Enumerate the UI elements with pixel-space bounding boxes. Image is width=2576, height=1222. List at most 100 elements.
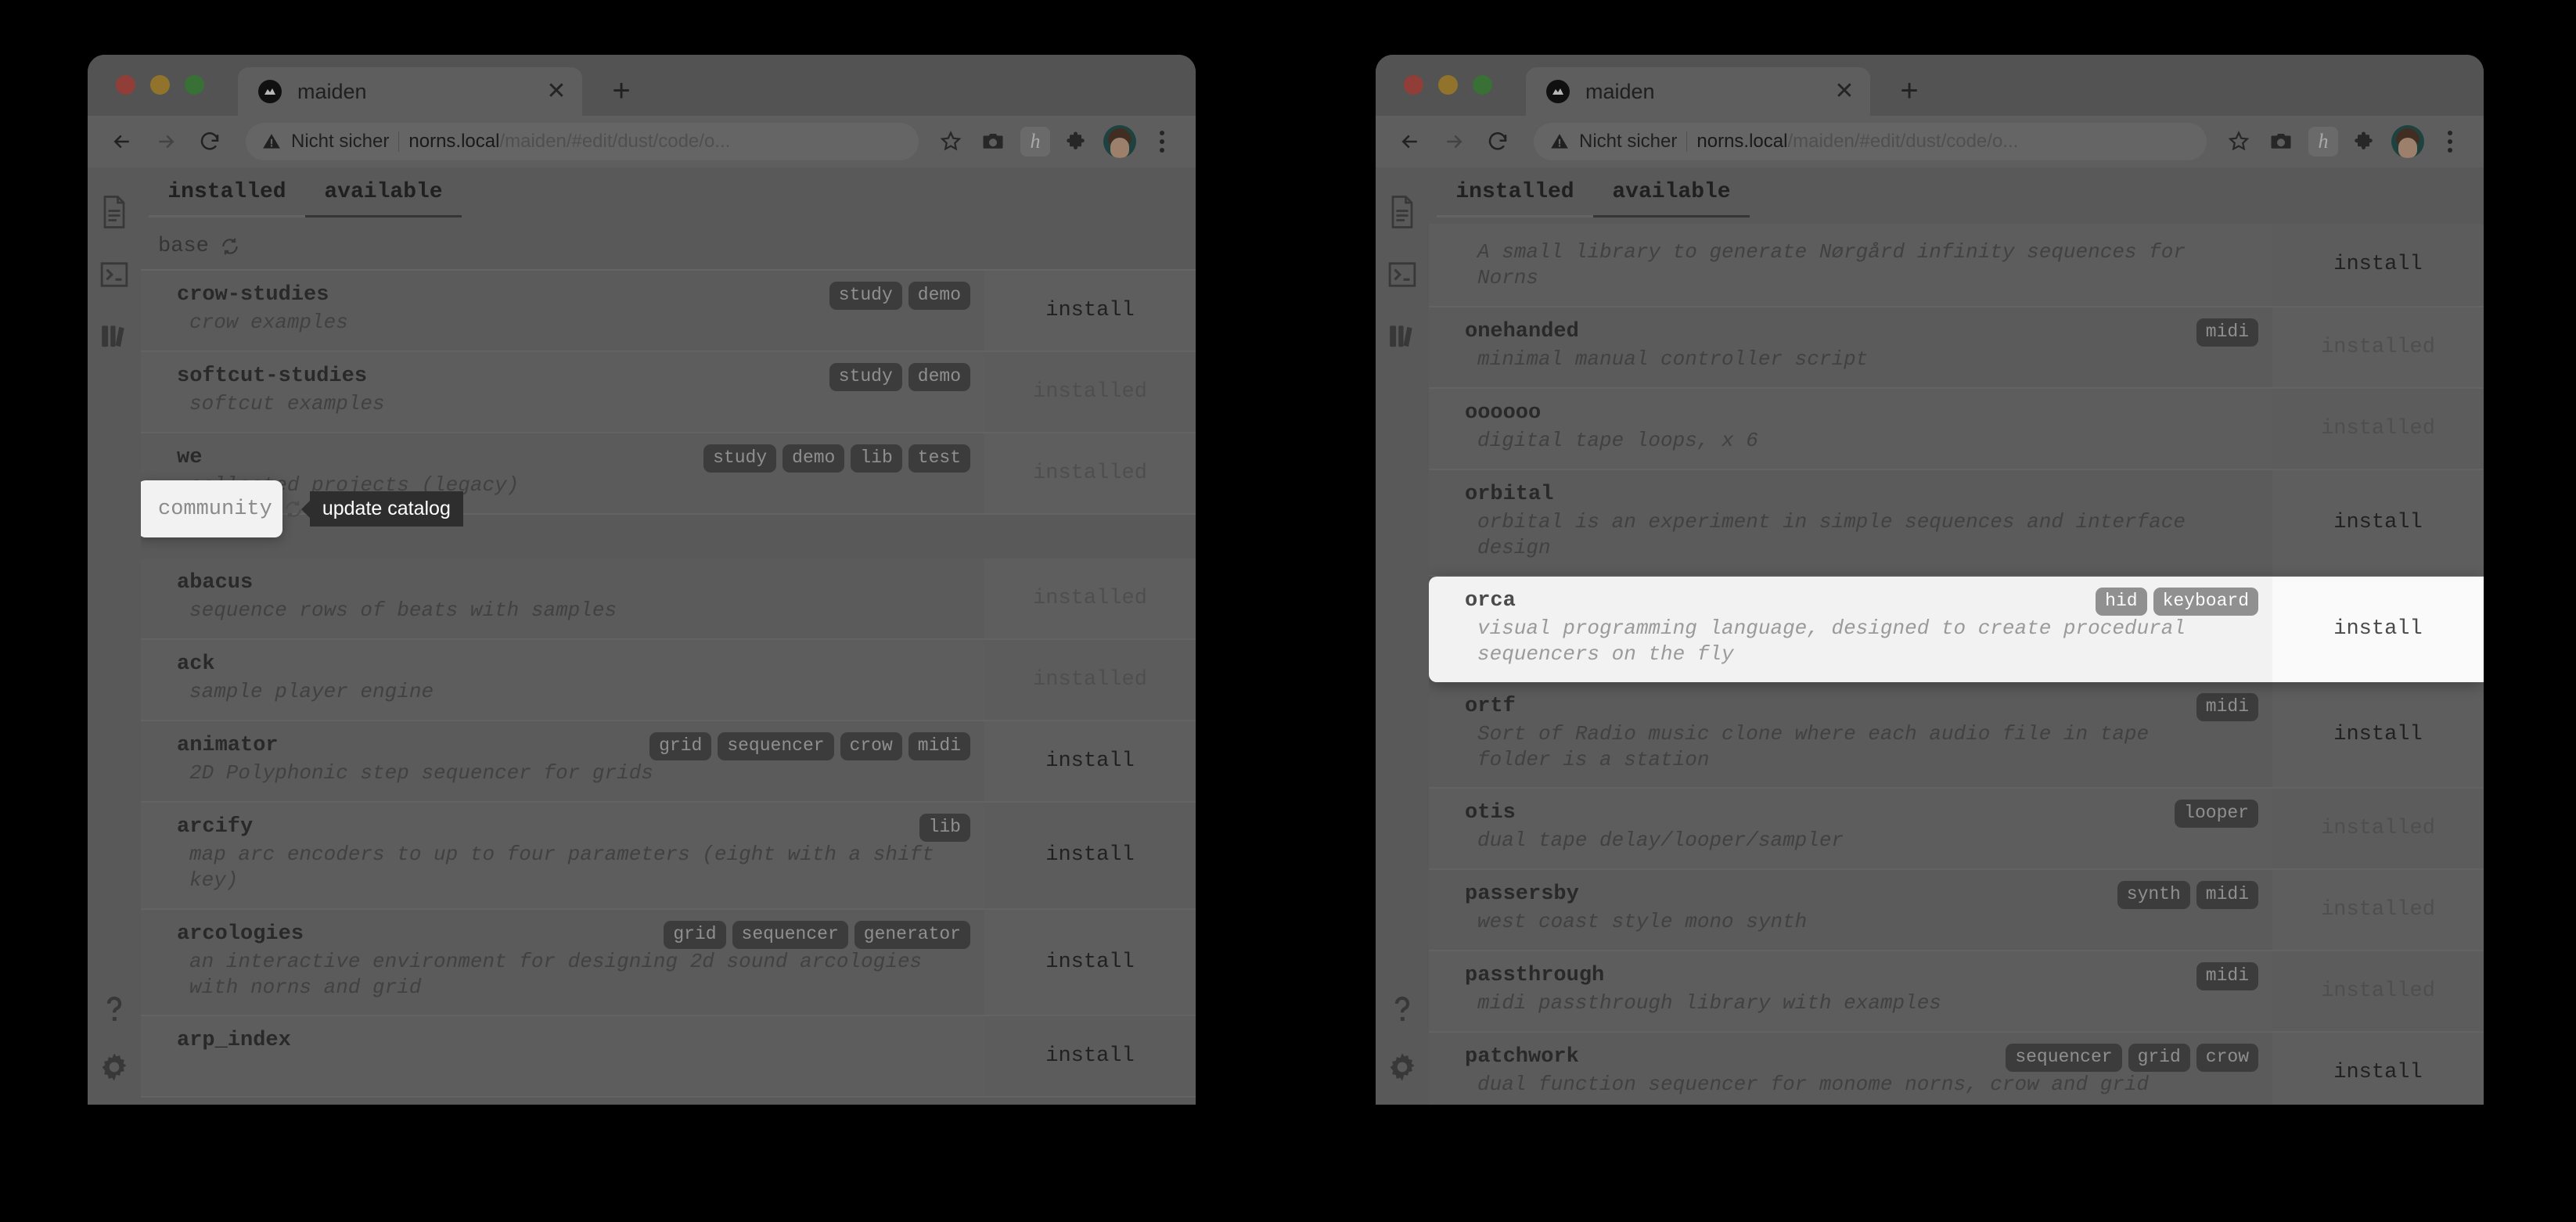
tab-installed[interactable]: installed bbox=[149, 167, 305, 217]
honey-extension-icon[interactable]: h bbox=[2304, 122, 2343, 161]
install-button[interactable]: install bbox=[984, 271, 1196, 350]
new-tab-button[interactable]: + bbox=[604, 74, 639, 108]
install-button[interactable]: install bbox=[984, 721, 1196, 801]
table-row[interactable]: arcify map arc encoders to up to four par… bbox=[141, 803, 1196, 910]
browser-tab[interactable]: maiden ✕ bbox=[238, 67, 582, 116]
maximize-window-button[interactable] bbox=[1473, 75, 1492, 95]
camera-icon[interactable] bbox=[973, 122, 1013, 161]
gear-icon[interactable] bbox=[99, 1051, 130, 1083]
camera-icon[interactable] bbox=[2261, 122, 2301, 161]
status-badge: sequencer bbox=[732, 920, 848, 949]
address-bar[interactable]: Nicht sicher norns.local/maiden/#edit/du… bbox=[1534, 123, 2207, 160]
tab-available[interactable]: available bbox=[305, 167, 462, 217]
row-content: passersby west coast style mono synth synt… bbox=[1429, 870, 2272, 951]
refresh-icon[interactable] bbox=[220, 236, 240, 257]
status-badge: demo bbox=[783, 444, 845, 473]
address-bar[interactable]: Nicht sicher norns.local/maiden/#edit/du… bbox=[246, 123, 919, 160]
sidebar-rail bbox=[1376, 167, 1429, 1105]
table-row[interactable]: oooooo digital tape loops, x 6 installed bbox=[1429, 388, 2484, 470]
table-row[interactable]: softcut-studies softcut examples study demo… bbox=[141, 352, 1196, 433]
table-row[interactable]: orbital orbital is an experiment in simpl… bbox=[1429, 469, 2484, 577]
minimize-window-button[interactable] bbox=[1438, 75, 1458, 95]
sidebar-item-repl-terminal[interactable] bbox=[1387, 260, 1417, 289]
close-icon[interactable]: ✕ bbox=[543, 78, 570, 105]
profile-avatar-image bbox=[2391, 125, 2424, 158]
row-content: patchwork dual function sequencer for mon… bbox=[1429, 1033, 2272, 1105]
browser-window-left: maiden ✕ + Nicht sicher norns.local/maid… bbox=[88, 55, 1196, 1105]
installed-label: installed bbox=[984, 352, 1196, 432]
table-row[interactable]: onehanded minimal manual controller scrip… bbox=[1429, 307, 2484, 389]
tab-available[interactable]: available bbox=[1593, 167, 1750, 217]
star-icon[interactable] bbox=[2219, 122, 2258, 161]
honey-extension-icon[interactable]: h bbox=[1016, 122, 1055, 161]
puzzle-piece-icon[interactable] bbox=[2346, 122, 2385, 161]
table-row[interactable]: patchwork dual function sequencer for mon… bbox=[1429, 1033, 2484, 1105]
reload-icon[interactable] bbox=[189, 121, 230, 162]
table-row[interactable]: abacus sequence rows of beats with sample… bbox=[141, 559, 1196, 640]
sidebar-item-script-editor[interactable] bbox=[100, 196, 128, 228]
status-badge: grid bbox=[2128, 1044, 2190, 1073]
sidebar-item-script-editor[interactable] bbox=[1388, 196, 1416, 228]
question-mark-icon[interactable] bbox=[1389, 994, 1416, 1025]
avatar[interactable] bbox=[1100, 122, 1139, 161]
project-description: A small library to generate Nørgård infi… bbox=[1477, 240, 2186, 290]
catalog-tabs: installed available bbox=[1429, 167, 2484, 224]
tag-list: lib bbox=[919, 814, 970, 842]
install-button[interactable]: install bbox=[984, 909, 1196, 1015]
sidebar-rail bbox=[88, 167, 141, 1105]
forward-arrow-icon[interactable] bbox=[146, 121, 186, 162]
back-arrow-icon[interactable] bbox=[1390, 121, 1430, 162]
row-content: orbital orbital is an experiment in simpl… bbox=[1429, 469, 2272, 576]
kebab-menu-icon[interactable] bbox=[2430, 122, 2470, 161]
install-button[interactable]: install bbox=[984, 1016, 1196, 1097]
row-content: softcut-studies softcut examples study demo bbox=[141, 352, 984, 432]
sidebar-item-library-catalog[interactable] bbox=[99, 321, 129, 350]
project-description: map arc encoders to up to four parameter… bbox=[189, 843, 934, 893]
table-row[interactable]: otis dual tape delay/looper/sampler looper… bbox=[1429, 789, 2484, 871]
table-row[interactable]: ack sample player engine installed bbox=[141, 640, 1196, 721]
install-button[interactable]: install bbox=[2272, 577, 2484, 682]
puzzle-piece-icon[interactable] bbox=[1058, 122, 1097, 161]
scrollbar[interactable] bbox=[1188, 167, 1196, 1105]
gear-icon[interactable] bbox=[1387, 1051, 1418, 1083]
table-row[interactable]: arcologies an interactive environment for… bbox=[141, 909, 1196, 1017]
table-row[interactable]: passthrough midi passthrough library with… bbox=[1429, 951, 2484, 1033]
section-header-community: community update catalog bbox=[141, 480, 463, 537]
section-label: community bbox=[158, 497, 272, 521]
close-window-button[interactable] bbox=[1404, 75, 1423, 95]
table-row[interactable]: arp_index install bbox=[141, 1016, 1196, 1098]
kebab-menu-icon[interactable] bbox=[1142, 122, 1182, 161]
table-row[interactable]: A small library to generate Nørgård infi… bbox=[1429, 224, 2484, 307]
star-icon[interactable] bbox=[931, 122, 970, 161]
table-row[interactable]: crow-studies crow examples study demo instal… bbox=[141, 271, 1196, 352]
project-name: arcify bbox=[177, 815, 254, 839]
install-button[interactable]: install bbox=[984, 803, 1196, 908]
new-tab-button[interactable]: + bbox=[1892, 74, 1927, 108]
table-row[interactable]: orca visual programming language, designe… bbox=[1429, 577, 2484, 682]
forward-arrow-icon[interactable] bbox=[1434, 121, 1474, 162]
sidebar-item-repl-terminal[interactable] bbox=[99, 260, 129, 289]
back-arrow-icon[interactable] bbox=[102, 121, 142, 162]
honey-letter: h bbox=[2308, 127, 2338, 156]
browser-tab[interactable]: maiden ✕ bbox=[1526, 67, 1870, 116]
browser-toolbar: Nicht sicher norns.local/maiden/#edit/du… bbox=[88, 116, 1196, 167]
question-mark-icon[interactable] bbox=[101, 994, 128, 1025]
screenshot-stage: maiden ✕ + Nicht sicher norns.local/maid… bbox=[0, 0, 2576, 1222]
tab-installed[interactable]: installed bbox=[1437, 167, 1593, 217]
table-row[interactable]: passersby west coast style mono synth synt… bbox=[1429, 870, 2484, 952]
status-badge: demo bbox=[908, 363, 970, 391]
install-button[interactable]: install bbox=[2272, 681, 2484, 788]
install-button[interactable]: install bbox=[2272, 1033, 2484, 1105]
install-button[interactable]: install bbox=[2272, 224, 2484, 306]
avatar[interactable] bbox=[2388, 122, 2427, 161]
close-window-button[interactable] bbox=[116, 75, 135, 95]
maximize-window-button[interactable] bbox=[185, 75, 204, 95]
table-row[interactable]: ortf Sort of Radio music clone where each… bbox=[1429, 681, 2484, 789]
reload-icon[interactable] bbox=[1477, 121, 1518, 162]
close-icon[interactable]: ✕ bbox=[1831, 78, 1858, 105]
sidebar-item-library-catalog[interactable] bbox=[1387, 321, 1417, 350]
status-badge: midi bbox=[2196, 962, 2258, 991]
table-row[interactable]: animator 2D Polyphonic step sequencer for… bbox=[141, 721, 1196, 803]
install-button[interactable]: install bbox=[2272, 469, 2484, 576]
minimize-window-button[interactable] bbox=[150, 75, 170, 95]
